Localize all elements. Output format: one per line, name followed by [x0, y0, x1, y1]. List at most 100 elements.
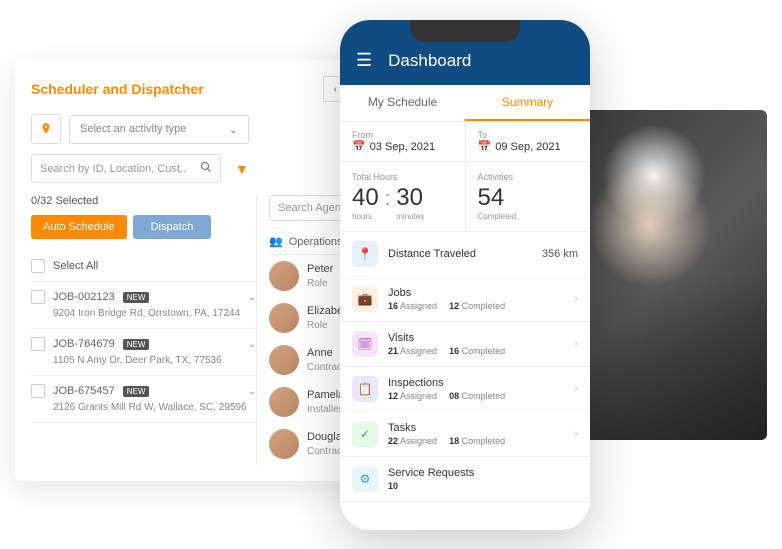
activity-type-select[interactable]: Select an activity type ⌄	[69, 115, 249, 144]
avatar	[269, 303, 299, 333]
minutes-value: 30	[396, 184, 424, 212]
metric-jobs[interactable]: 💼 Jobs 16 Assigned 12 Completed ›	[340, 277, 590, 322]
chevron-right-icon: ›	[574, 383, 578, 395]
job-item[interactable]: JOB-002123 NEW ⌄ 9204 Iron Bridge Rd, Or…	[31, 282, 256, 329]
job-item[interactable]: JOB-675457 NEW ⌄ 2126 Grants Mill Rd W, …	[31, 376, 256, 423]
app-title: Dashboard	[388, 51, 471, 71]
from-date-picker[interactable]: 📅 03 Sep, 2021	[352, 140, 453, 153]
pin-icon: 📍	[352, 241, 378, 267]
completed-word: Completed	[462, 301, 506, 311]
assigned-count: 10	[388, 481, 398, 491]
hours-unit: hours	[352, 212, 379, 221]
completed-word: Completed	[462, 391, 506, 401]
metric-title: Tasks	[388, 422, 564, 434]
search-placeholder: Search by ID, Location, Cust..	[40, 163, 186, 175]
assigned-count: 12	[388, 391, 398, 401]
job-checkbox[interactable]	[31, 337, 45, 351]
assigned-count: 22	[388, 436, 398, 446]
to-date-picker[interactable]: 📅 09 Sep, 2021	[478, 140, 579, 153]
people-icon: 👥	[269, 235, 283, 248]
page-title: Scheduler and Dispatcher	[31, 81, 204, 97]
assigned-word: Assigned	[400, 391, 437, 401]
job-address: 1105 N Amy Dr, Deer Park, TX, 77536	[53, 354, 256, 367]
metric-title: Service Requests	[388, 467, 578, 479]
job-id: JOB-764679	[53, 338, 115, 350]
chevron-down-icon: ⌄	[248, 339, 256, 350]
metric-title: Inspections	[388, 377, 564, 389]
completed-count: 12	[449, 301, 459, 311]
hours-label: Total Hours	[352, 172, 453, 182]
menu-icon[interactable]: ☰	[356, 50, 372, 71]
job-item[interactable]: JOB-764679 NEW ⌄ 1105 N Amy Dr, Deer Par…	[31, 329, 256, 376]
activities-value: 54	[478, 184, 579, 212]
avatar	[269, 345, 299, 375]
agent-name: Peter	[307, 262, 333, 276]
job-id: JOB-675457	[53, 385, 115, 397]
service-icon: ⚙	[352, 466, 378, 492]
metric-tasks[interactable]: ✓ Tasks 22 Assigned18 Completed ›	[340, 412, 590, 457]
metric-title: Distance Traveled	[388, 248, 532, 260]
visit-icon: 🗓	[352, 331, 378, 357]
worker-photo	[572, 110, 767, 440]
search-input[interactable]: Search by ID, Location, Cust..	[31, 154, 221, 183]
metric-inspections[interactable]: 📋 Inspections 12 Assigned 08 Completed ›	[340, 367, 590, 412]
inspection-icon: 📋	[352, 376, 378, 402]
select-all-label: Select All	[53, 260, 98, 272]
chevron-down-icon: ⌄	[248, 292, 256, 303]
chevron-right-icon: ›	[574, 293, 578, 305]
metric-title: Visits	[388, 332, 564, 344]
time-separator: :	[385, 188, 391, 211]
completed-count: 16	[449, 346, 459, 356]
completed-count: 08	[449, 391, 459, 401]
metric-visits[interactable]: 🗓 Visits 21 Assigned 16 Completed ›	[340, 322, 590, 367]
chevron-right-icon: ›	[574, 428, 578, 440]
avatar	[269, 261, 299, 291]
tab-summary[interactable]: Summary	[465, 85, 590, 121]
briefcase-icon: 💼	[352, 286, 378, 312]
avatar	[269, 429, 299, 459]
metric-distance[interactable]: 📍 Distance Traveled 356 km	[340, 232, 590, 277]
activities-unit: Completed	[478, 212, 579, 221]
dispatch-button[interactable]: Dispatch	[133, 215, 212, 239]
status-badge: NEW	[123, 386, 150, 397]
job-checkbox[interactable]	[31, 384, 45, 398]
location-icon[interactable]	[31, 114, 61, 144]
metric-title: Jobs	[388, 287, 564, 299]
activity-placeholder: Select an activity type	[80, 123, 186, 135]
job-id: JOB-002123	[53, 291, 115, 303]
from-label: From	[352, 130, 453, 140]
select-all-checkbox[interactable]	[31, 259, 45, 273]
distance-value: 356 km	[542, 248, 578, 260]
job-checkbox[interactable]	[31, 290, 45, 304]
calendar-icon: 📅	[352, 140, 366, 153]
calendar-icon: 📅	[478, 140, 492, 153]
filter-icon[interactable]: ▼	[229, 161, 255, 177]
tab-my-schedule[interactable]: My Schedule	[340, 85, 465, 121]
chevron-down-icon: ⌄	[229, 123, 238, 136]
hours-value: 40	[352, 184, 379, 212]
activities-label: Activities	[478, 172, 579, 182]
assigned-count: 16	[388, 301, 398, 311]
auto-schedule-button[interactable]: Auto Schedule	[31, 215, 127, 239]
minutes-unit: minutes	[396, 212, 424, 221]
from-date: 03 Sep, 2021	[370, 141, 435, 153]
metric-service-requests[interactable]: ⚙ Service Requests 10	[340, 457, 590, 502]
phone-mockup: ☰ Dashboard My Schedule Summary From 📅 0…	[340, 20, 590, 530]
assigned-word: Assigned	[400, 346, 437, 356]
agent-role: Installer	[307, 403, 344, 416]
completed-word: Completed	[462, 346, 506, 356]
assigned-count: 21	[388, 346, 398, 356]
to-date: 09 Sep, 2021	[495, 141, 560, 153]
job-address: 2126 Grants Mill Rd W, Wallace, SC, 2959…	[53, 401, 256, 414]
task-icon: ✓	[352, 421, 378, 447]
selection-count: 0/32 Selected	[31, 195, 256, 207]
avatar	[269, 387, 299, 417]
to-label: To	[478, 130, 579, 140]
operations-label: Operations	[289, 236, 343, 248]
completed-count: 18	[449, 436, 459, 446]
agent-role: Role	[307, 277, 333, 290]
chevron-down-icon: ⌄	[248, 386, 256, 397]
job-address: 9204 Iron Bridge Rd, Orrstown, PA, 17244	[53, 307, 256, 320]
chevron-right-icon: ›	[574, 338, 578, 350]
assigned-word: Assigned	[400, 301, 437, 311]
